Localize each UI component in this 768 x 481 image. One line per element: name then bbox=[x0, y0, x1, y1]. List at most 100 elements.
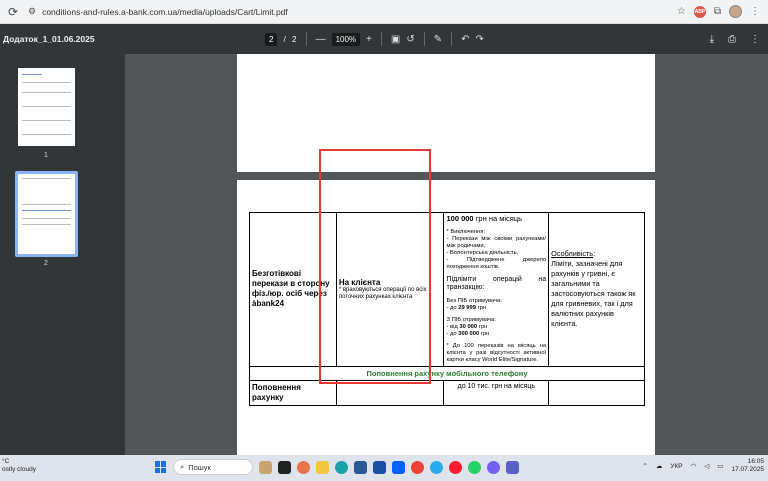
with-name-from-prefix: - від bbox=[446, 323, 460, 330]
without-name-amount: 29 999 bbox=[458, 304, 476, 311]
zoom-level-input[interactable]: 100% bbox=[331, 32, 361, 46]
monthly-limit-unit: грн на місяць bbox=[473, 214, 523, 223]
limits-table: Безготівкові перекази в сторону фіз./юр.… bbox=[249, 212, 645, 406]
features-title: Особливість bbox=[551, 249, 594, 259]
system-tray: ⌃ ☁ УКР ◠ ◁ ▭ 16:05 17.07.2025 bbox=[642, 458, 764, 474]
features-cell bbox=[548, 379, 645, 406]
whatsapp-icon[interactable] bbox=[468, 460, 481, 474]
zoom-in-button[interactable]: + bbox=[366, 34, 372, 45]
site-info-icon[interactable]: ⚙ bbox=[28, 6, 36, 17]
pdf-document-area[interactable]: Безготівкові перекази в сторону фіз./юр.… bbox=[125, 54, 768, 455]
app-l-icon[interactable] bbox=[373, 460, 386, 474]
exclusion-item: - Перекази між своїми рахунками/між роди… bbox=[446, 235, 547, 249]
reload-icon[interactable]: ⟳ bbox=[4, 3, 22, 21]
page-thumbnail-1[interactable] bbox=[18, 68, 75, 146]
wifi-icon[interactable]: ◠ bbox=[691, 462, 697, 470]
transfer-count-note: * До 100 переказів на місяць на клієнта … bbox=[446, 342, 547, 363]
extensions-puzzle-icon[interactable]: ⧉ bbox=[714, 6, 721, 17]
clock-date: 17.07.2025 bbox=[731, 466, 764, 473]
fit-page-icon[interactable]: ▣ bbox=[391, 34, 400, 45]
page-thumbnail-2-selected[interactable] bbox=[15, 171, 78, 257]
rotate-icon[interactable]: ↺ bbox=[406, 34, 414, 45]
dropbox-icon[interactable] bbox=[392, 460, 405, 474]
section-header-row: Поповнення рахунку мобільного телефону bbox=[249, 365, 645, 381]
monthly-limit-amount: 100 000 bbox=[446, 214, 474, 223]
search-icon: ⌕ bbox=[180, 462, 185, 471]
address-field[interactable]: ⚙ conditions-and-rules.a-bank.com.ua/med… bbox=[28, 3, 671, 21]
pdf-page-2: Безготівкові перекази в сторону фіз./юр.… bbox=[237, 180, 655, 455]
document-title: Додаток_1_01.06.2025 bbox=[3, 34, 95, 44]
store-icon[interactable] bbox=[354, 460, 367, 474]
pdf-page-1 bbox=[237, 54, 655, 172]
toolbar-divider bbox=[423, 32, 425, 46]
thumbnail-sidebar: 1 2 bbox=[0, 54, 125, 455]
teams-icon[interactable] bbox=[506, 460, 519, 474]
pdf-toolbar: Додаток_1_01.06.2025 2 / 2 — 100% + ▣ ↺ … bbox=[0, 24, 768, 54]
edge-icon[interactable] bbox=[335, 460, 348, 474]
adblock-extension-icon[interactable]: ABP bbox=[693, 5, 706, 18]
without-name-title: Без ПІБ отримувача: bbox=[446, 297, 502, 304]
with-name-to-prefix: - до bbox=[446, 330, 459, 337]
exclusions-title: * Виключення: bbox=[446, 228, 486, 235]
without-name-unit: грн bbox=[475, 304, 487, 311]
opera-icon[interactable] bbox=[449, 460, 462, 474]
taskbar-search[interactable]: ⌕ Пошук bbox=[173, 459, 253, 475]
url-text: conditions-and-rules.a-bank.com.ua/media… bbox=[42, 6, 288, 17]
taskbar: °C ostly cloudy ⌕ Пошук ⌃ ☁ УКР ◠ ◁ ▭ 16… bbox=[0, 455, 768, 481]
weather-temp: °C bbox=[2, 458, 10, 465]
viber-icon[interactable] bbox=[487, 460, 500, 474]
redo-icon[interactable]: ↷ bbox=[476, 34, 484, 45]
profile-avatar[interactable] bbox=[729, 5, 742, 18]
section-header: Поповнення рахунку мобільного телефону bbox=[249, 365, 645, 381]
with-name-from-amount: 30 000 bbox=[459, 323, 478, 330]
print-icon[interactable]: ⎙ bbox=[728, 34, 736, 45]
volume-icon[interactable]: ◁ bbox=[704, 462, 709, 470]
start-windows-icon[interactable] bbox=[155, 461, 167, 473]
menu-dots-icon[interactable]: ⋮ bbox=[750, 6, 760, 17]
with-name-to-unit: грн bbox=[479, 330, 490, 337]
zoom-out-button[interactable]: — bbox=[316, 34, 326, 45]
more-options-icon[interactable]: ⋮ bbox=[750, 34, 760, 45]
toolbar-divider bbox=[451, 32, 453, 46]
limit-value-cell: до 10 тис. грн на місяць bbox=[443, 379, 550, 406]
toolbar-divider bbox=[380, 32, 382, 46]
undo-icon[interactable]: ↶ bbox=[461, 34, 469, 45]
toolbar-divider bbox=[305, 32, 307, 46]
features-colon: : bbox=[593, 249, 596, 259]
clock[interactable]: 16:05 17.07.2025 bbox=[731, 458, 764, 474]
page-separator: / bbox=[283, 34, 286, 44]
widgets-icon[interactable] bbox=[259, 460, 272, 474]
table-row: Безготівкові перекази в сторону фіз./юр.… bbox=[249, 212, 645, 367]
red-highlight-box bbox=[319, 149, 431, 384]
features-text: Ліміти, зазначені для рахунків у гривні,… bbox=[551, 259, 636, 329]
thumbnail-label-2: 2 bbox=[44, 260, 48, 267]
file-explorer-icon[interactable] bbox=[316, 460, 329, 474]
search-placeholder: Пошук bbox=[188, 462, 211, 472]
task-view-icon[interactable] bbox=[278, 460, 291, 474]
table-row: Поповнення рахунку до 10 тис. грн на міс… bbox=[249, 379, 645, 406]
with-name-to-amount: 300 000 bbox=[458, 330, 480, 337]
with-name-from-unit: грн bbox=[477, 323, 488, 330]
annotate-pen-icon[interactable]: ✎ bbox=[434, 34, 442, 45]
without-name-prefix: - до bbox=[446, 304, 459, 311]
page-number-input[interactable]: 2 bbox=[265, 32, 278, 46]
language-indicator[interactable]: УКР bbox=[670, 463, 682, 470]
limit-value-cell: 100 000 грн на місяць * Виключення: - Пе… bbox=[443, 212, 550, 367]
download-icon[interactable]: ⤓ bbox=[710, 34, 714, 45]
total-pages: 2 bbox=[291, 34, 297, 44]
clock-time: 16:05 bbox=[747, 458, 764, 465]
chevron-up-icon[interactable]: ⌃ bbox=[642, 462, 647, 470]
battery-icon[interactable]: ▭ bbox=[717, 462, 723, 470]
weather-desc: ostly cloudy bbox=[2, 466, 36, 473]
weather-widget[interactable]: °C ostly cloudy bbox=[2, 458, 36, 474]
browser-address-bar: ⟳ ⚙ conditions-and-rules.a-bank.com.ua/m… bbox=[0, 0, 768, 24]
sublimits-title: Підліміти операцій на транзакцію: bbox=[446, 275, 547, 292]
bookmark-star-icon[interactable]: ☆ bbox=[677, 6, 686, 17]
copilot-icon[interactable] bbox=[297, 460, 310, 474]
cloud-icon[interactable]: ☁ bbox=[656, 462, 663, 470]
chrome-icon[interactable] bbox=[411, 460, 424, 474]
with-name-title: З ПІБ отримувача: bbox=[446, 316, 496, 323]
exclusion-item: - Підтверджене джерело походження коштів… bbox=[446, 256, 547, 270]
features-cell: Особливість: Ліміти, зазначені для рахун… bbox=[548, 212, 645, 367]
telegram-icon[interactable] bbox=[430, 460, 443, 474]
